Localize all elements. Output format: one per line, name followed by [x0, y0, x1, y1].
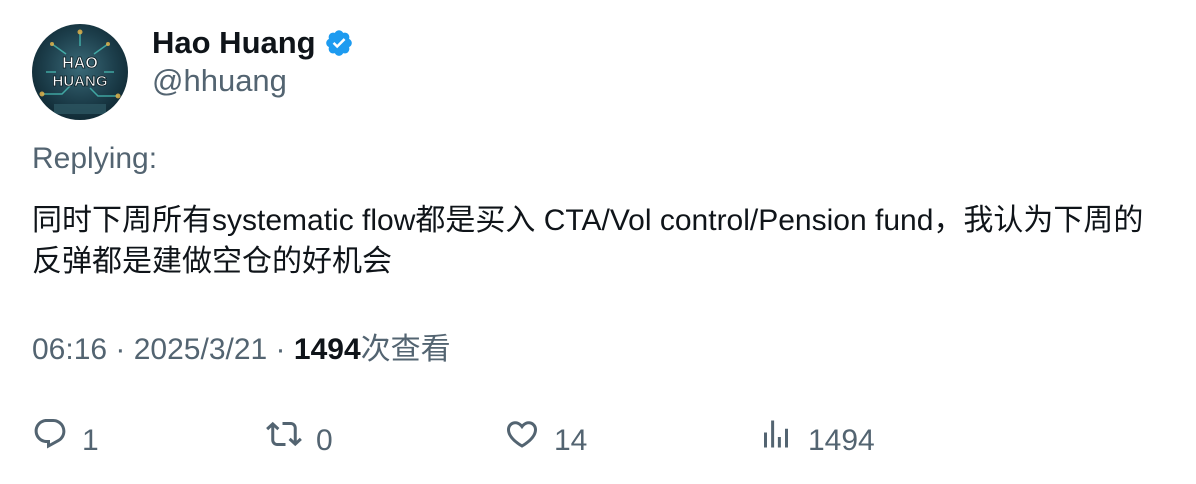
- reply-count: 1: [82, 423, 99, 457]
- tweet-meta: 06:16 · 2025/3/21 · 1494次查看: [32, 330, 451, 370]
- reply-icon: [32, 416, 68, 465]
- meta-separator: ·: [107, 333, 134, 366]
- verified-badge-icon: [324, 28, 354, 58]
- action-bar: 1 0 14 1494: [32, 416, 1172, 460]
- views-label: 次查看: [360, 333, 451, 366]
- avatar-text-line2: HUANG: [53, 73, 108, 90]
- heart-icon: [504, 416, 540, 465]
- tweet-date[interactable]: 2025/3/21: [134, 333, 267, 366]
- display-name[interactable]: Hao Huang: [152, 24, 316, 62]
- like-count: 14: [554, 423, 588, 457]
- tweet-time[interactable]: 06:16: [32, 333, 107, 366]
- bar-chart-icon: [758, 416, 794, 465]
- views-count: 1494: [293, 333, 361, 366]
- meta-separator-2: ·: [267, 333, 294, 366]
- retweet-button[interactable]: 0: [266, 416, 333, 465]
- like-button[interactable]: 14: [504, 416, 587, 465]
- avatar-text-line1: HAO: [62, 55, 98, 72]
- replying-label: Replying:: [32, 142, 158, 175]
- avatar[interactable]: HAO HUANG: [32, 24, 128, 120]
- author-name-row[interactable]: Hao Huang: [152, 24, 354, 62]
- retweet-count: 0: [316, 423, 333, 457]
- views-button[interactable]: 1494: [758, 416, 875, 465]
- tweet-text: 同时下周所有systematic flow都是买入 CTA/Vol contro…: [32, 204, 1144, 278]
- author-handle[interactable]: @hhuang: [152, 62, 287, 100]
- reply-button[interactable]: 1: [32, 416, 99, 465]
- views-action-count: 1494: [808, 423, 875, 457]
- retweet-icon: [266, 416, 302, 465]
